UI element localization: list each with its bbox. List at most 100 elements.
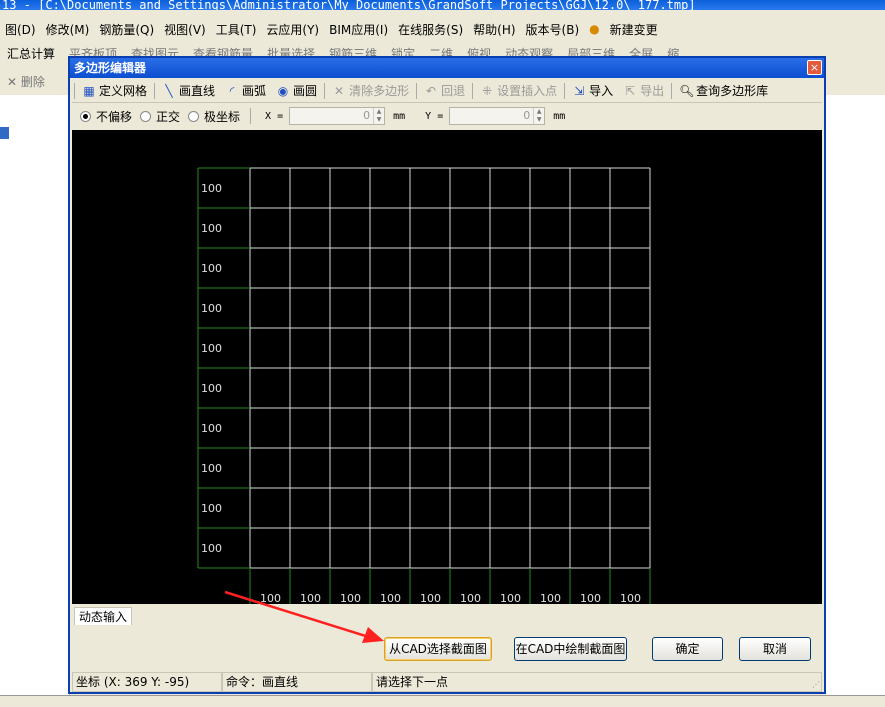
toolbar-separator	[324, 82, 326, 99]
app-title: 13 - [C:\Documents and Settings\Administ…	[2, 0, 696, 10]
row-dimension-label: 100	[201, 542, 222, 555]
import-icon: ⇲	[574, 83, 585, 98]
app-title-bar: 13 - [C:\Documents and Settings\Administ…	[0, 0, 885, 10]
right-panel	[826, 95, 885, 707]
polar-radio[interactable]	[188, 110, 200, 122]
import-label: 导入	[589, 84, 614, 98]
dynamic-input-tab[interactable]: 动态输入	[74, 607, 133, 625]
no-offset-radio[interactable]	[80, 110, 91, 122]
offset-separator	[250, 108, 252, 124]
clear-polygon-button[interactable]: ✕ 清除多边形	[327, 82, 414, 99]
dialog-title: 多边形编辑器	[70, 58, 824, 78]
toolbar-separator	[154, 82, 156, 99]
insert-point-icon: ⁜	[482, 83, 493, 98]
col-dimension-label: 100	[340, 592, 361, 604]
col-dimension-label: 100	[540, 592, 561, 604]
toolbar-grip	[74, 82, 75, 99]
row-dimension-label: 100	[201, 182, 222, 195]
menu-draw[interactable]: 图(D)	[0, 21, 41, 38]
menu-view[interactable]: 视图(V)	[159, 21, 211, 38]
menu-helmet-icon[interactable]: ●	[584, 22, 604, 36]
offset-bar: 不偏移 正交 极坐标 X = 0 ▲ ▼ mm Y = 0 ▲ ▼ mm	[72, 105, 822, 127]
draw-in-cad-button[interactable]: 在CAD中绘制截面图	[514, 637, 627, 661]
y-label: Y =	[425, 110, 444, 122]
menu-version[interactable]: 版本号(B)	[521, 21, 585, 38]
row-dimension-label: 100	[201, 422, 222, 435]
toolbar-separator	[472, 82, 474, 99]
polar-label: 极坐标	[204, 109, 241, 124]
clear-icon: ✕	[334, 83, 345, 98]
menu-cloud[interactable]: 云应用(Y)	[261, 21, 324, 38]
col-dimension-label: 100	[380, 592, 401, 604]
y-unit: mm	[553, 110, 566, 122]
app-status-strip	[0, 695, 885, 707]
orthogonal-radio[interactable]	[140, 110, 152, 122]
undo-button[interactable]: ↶ 回退	[419, 82, 470, 99]
select-from-cad-button[interactable]: 从CAD选择截面图	[384, 637, 492, 661]
menu-rebar-quantity[interactable]: 钢筋量(Q)	[94, 21, 159, 38]
define-grid-button[interactable]: ▦ 定义网格	[77, 82, 152, 99]
menu-tools[interactable]: 工具(T)	[211, 21, 262, 38]
menu-new-change[interactable]: 新建变更	[605, 21, 663, 38]
set-insert-point-button[interactable]: ⁜ 设置插入点	[475, 82, 562, 99]
col-dimension-label: 100	[580, 592, 601, 604]
x-label: X =	[265, 110, 284, 122]
close-icon: ✕	[7, 74, 18, 89]
menu-help[interactable]: 帮助(H)	[468, 21, 520, 38]
col-dimension-label: 100	[460, 592, 481, 604]
y-spinner[interactable]: ▲ ▼	[533, 108, 544, 124]
toolbar-separator	[564, 82, 566, 99]
draw-line-button[interactable]: ╲ 画直线	[157, 82, 220, 99]
dialog-status-bar: 坐标 (X: 369 Y: -95) 命令：画直线 请选择下一点	[72, 672, 822, 692]
export-icon: ⇱	[625, 83, 636, 98]
menu-online-service[interactable]: 在线服务(S)	[393, 21, 468, 38]
polygon-editor-dialog: 多边形编辑器 × ▦ 定义网格 ╲ 画直线 ◜ 画弧 ◉ 画圆 ✕ 清除多边形 ↶ 回退 ⁜…	[68, 56, 826, 694]
menu-bar: 图(D) 修改(M) 钢筋量(Q) 视图(V) 工具(T) 云应用(Y) BIM…	[0, 17, 885, 41]
drawing-canvas[interactable]: 100 100 100 100 100 100 100 100 100 100 100 100 100 1…	[72, 130, 822, 604]
draw-line-label: 画直线	[179, 84, 216, 98]
summary-calc-button[interactable]: 汇总计算	[0, 45, 62, 62]
x-unit: mm	[393, 110, 406, 122]
draw-arc-button[interactable]: ◜ 画弧	[220, 82, 271, 99]
dialog-title-text: 多边形编辑器	[74, 61, 147, 75]
row-dimension-label: 100	[201, 222, 222, 235]
export-button[interactable]: ⇱ 导出	[618, 82, 669, 99]
row-dimension-label: 100	[201, 342, 222, 355]
col-dimension-label: 100	[300, 592, 321, 604]
draw-circle-label: 画圆	[293, 84, 318, 98]
line-icon: ╲	[165, 83, 173, 98]
menu-modify[interactable]: 修改(M)	[41, 21, 95, 38]
orthogonal-label: 正交	[156, 109, 181, 124]
resize-grip-icon[interactable]: ⋰	[812, 680, 822, 690]
delete-button[interactable]: ✕ 删除	[0, 73, 52, 90]
ok-button[interactable]: 确定	[652, 637, 723, 661]
undo-icon: ↶	[426, 83, 437, 98]
define-grid-label: 定义网格	[99, 84, 148, 98]
y-value: 0	[523, 109, 531, 122]
x-input[interactable]: 0 ▲ ▼	[289, 107, 386, 125]
import-button[interactable]: ⇲ 导入	[567, 82, 618, 99]
dialog-close-button[interactable]: ×	[807, 60, 822, 75]
draw-arc-label: 画弧	[242, 84, 267, 98]
menu-bim[interactable]: BIM应用(I)	[324, 21, 393, 38]
grid-icon: ▦	[83, 83, 95, 98]
query-library-button[interactable]: 🔍︎ 查询多边形库	[674, 82, 773, 99]
grid-drawing[interactable]: 100 100 100 100 100 100 100 100 100 100 100 100 100 1…	[72, 130, 822, 604]
undo-label: 回退	[441, 84, 466, 98]
row-dimension-label: 100	[201, 262, 222, 275]
x-spinner[interactable]: ▲ ▼	[373, 108, 384, 124]
clear-polygon-label: 清除多边形	[349, 84, 410, 98]
x-value: 0	[363, 109, 371, 122]
col-dimension-label: 100	[260, 592, 281, 604]
search-icon: 🔍︎	[679, 83, 695, 98]
row-dimension-label: 100	[201, 502, 222, 515]
y-input[interactable]: 0 ▲ ▼	[449, 107, 546, 125]
query-library-label: 查询多边形库	[696, 84, 769, 98]
status-coords: 坐标 (X: 369 Y: -95)	[72, 672, 222, 692]
left-tree-panel[interactable]	[0, 95, 70, 707]
draw-circle-button[interactable]: ◉ 画圆	[271, 82, 322, 99]
row-dimension-label: 100	[201, 462, 222, 475]
tree-selected-item[interactable]	[0, 127, 9, 139]
delete-label: 删除	[20, 74, 45, 89]
cancel-button[interactable]: 取消	[739, 637, 811, 661]
